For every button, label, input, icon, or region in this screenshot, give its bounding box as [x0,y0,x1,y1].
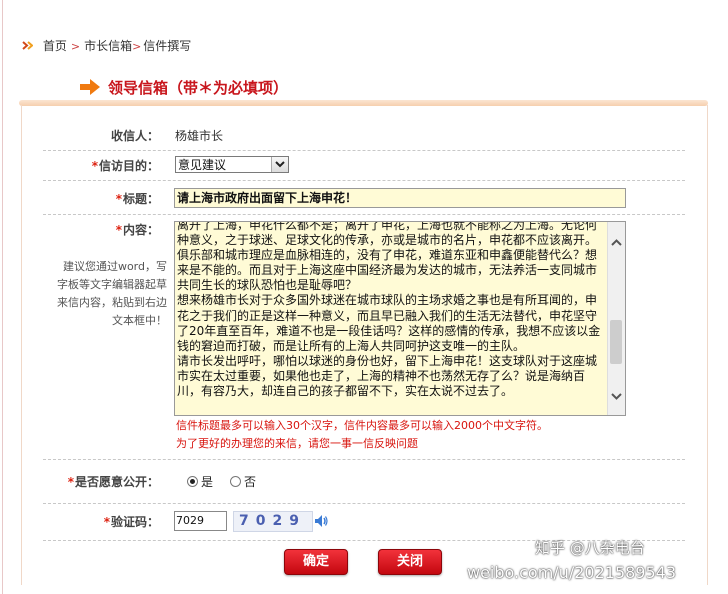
breadcrumb-current: 信件撰写 [143,39,192,53]
purpose-label: *信访目的： [91,159,159,173]
subject-input[interactable]: 请上海市政府出面留下上海申花！ [174,188,626,208]
captcha-input[interactable]: 7029 [174,511,227,531]
scroll-up-icon[interactable] [608,236,625,250]
purpose-selected-value: 意见建议 [178,158,227,172]
captcha-image[interactable]: 7029 [233,511,313,532]
row-divider [43,214,685,215]
length-limit-note: 信件标题最多可以输入30个汉字，信件内容最多可以输入2000个中文字符。 [176,419,548,432]
scroll-thumb[interactable] [610,320,622,364]
scroll-down-icon[interactable] [608,389,625,403]
public-yes-radio[interactable] [187,476,198,487]
required-star: * [115,192,122,206]
content-label: *内容： [115,223,159,237]
recipient-label: 收信人： [110,129,159,143]
recipient-value: 杨雄市长 [175,129,224,143]
row-divider [43,503,685,504]
breadcrumb: 首页 > 市长信箱> 信件撰写 [22,38,191,54]
row-divider [43,150,685,151]
breadcrumb-home[interactable]: 首页 [43,39,67,53]
breadcrumb-mayor-mailbox[interactable]: 市长信箱 [84,39,132,53]
chevron-right-icon: > [132,40,142,53]
public-no-label[interactable]: 否 [244,475,256,489]
subject-label: *标题： [115,192,159,206]
page-left-border [2,0,3,594]
weibo-watermark: weibo.com/u/2021589543 [467,563,677,582]
chevron-right-icon: > [70,40,81,53]
required-star: * [67,475,74,489]
content-text: 离开了上海，申花什么都不是；离开了申花，上海也就不能称之为上海。无论何种意义，之… [177,221,601,399]
arrow-right-icon [80,79,100,95]
panel-title: 领导信箱（带＊为必填项） [108,79,289,97]
public-no-radio[interactable] [230,476,241,487]
content-textarea[interactable]: 离开了上海，申花什么都不是；离开了申花，上海也就不能称之为上海。无论何种意义，之… [174,221,626,416]
public-label: *是否愿意公开： [67,475,159,489]
required-star: * [91,159,98,173]
purpose-select[interactable]: 意见建议 [175,156,289,173]
chevron-down-icon [275,161,285,168]
textarea-scrollbar[interactable] [607,222,625,415]
dropdown-button[interactable] [271,157,288,172]
public-yes-label[interactable]: 是 [201,475,213,489]
content-hint: 建议您通过word，写字板等文字编辑器起草来信内容，粘贴到右边文本框中！ [57,260,167,327]
close-button[interactable]: 关闭 [378,549,442,575]
required-star: * [103,515,110,529]
row-divider [43,180,685,181]
confirm-button[interactable]: 确定 [284,549,348,575]
zhihu-watermark: 知乎 @八杂电台 [535,539,645,557]
captcha-label: *验证码： [103,515,159,529]
one-matter-note: 为了更好的办理您的来信，请您一事一信反映问题 [176,437,418,450]
speaker-icon[interactable] [313,513,329,529]
row-divider [43,459,685,460]
double-chevron-icon [22,41,33,50]
required-star: * [115,223,122,237]
